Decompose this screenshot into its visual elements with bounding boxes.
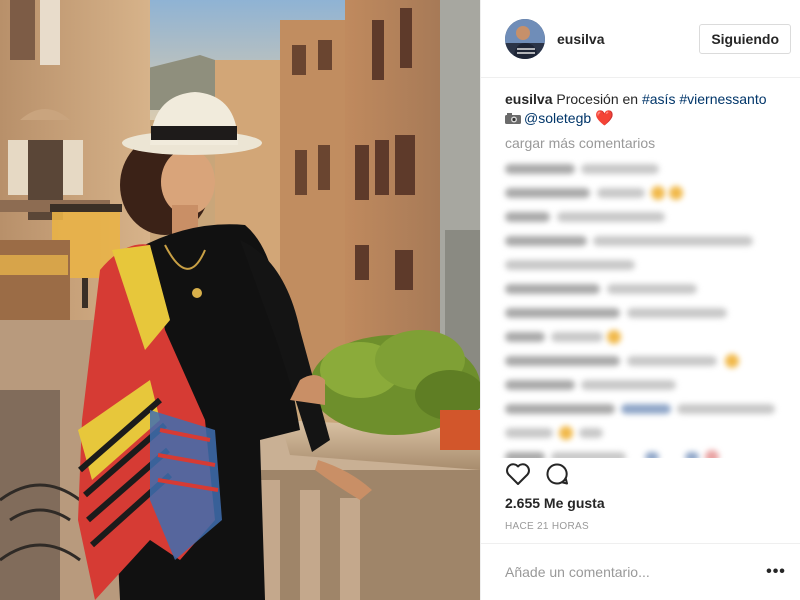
list-item — [505, 301, 776, 325]
list-item — [505, 445, 776, 458]
author-username[interactable]: eusilva — [557, 31, 699, 47]
avatar[interactable] — [505, 18, 545, 59]
post-side-panel: eusilva Siguiendo eusilva Procesión en #… — [480, 0, 800, 600]
list-item — [505, 205, 776, 229]
following-button[interactable]: Siguiendo — [699, 23, 791, 54]
list-item — [505, 229, 776, 253]
list-item — [505, 253, 776, 277]
mention-link[interactable]: @soletegb — [524, 110, 591, 126]
camera-icon — [505, 110, 521, 124]
list-item — [505, 349, 776, 373]
caption-text: Procesión en — [552, 91, 642, 107]
post-photo[interactable] — [0, 0, 480, 600]
like-button[interactable] — [505, 462, 531, 486]
list-item — [505, 181, 776, 205]
hashtag-link[interactable]: #viernessanto — [679, 91, 766, 107]
likes-count[interactable]: 2.655 Me gusta — [481, 490, 800, 516]
list-item — [505, 397, 776, 421]
comment-list — [505, 157, 776, 458]
post-caption: eusilva Procesión en #asís #viernessanto… — [505, 90, 776, 128]
post-timestamp[interactable]: HACE 21 HORAS — [481, 516, 800, 544]
post-header: eusilva Siguiendo — [481, 0, 800, 78]
avatar-image — [505, 18, 545, 59]
list-item — [505, 277, 776, 301]
post-container: eusilva Siguiendo eusilva Procesión en #… — [0, 0, 800, 600]
hashtag-link[interactable]: #asís — [642, 91, 675, 107]
comments-section: eusilva Procesión en #asís #viernessanto… — [481, 78, 800, 458]
add-comment-bar: ••• — [481, 544, 800, 600]
red-heart-icon: ❤️ — [595, 110, 614, 127]
comment-bubble-icon — [546, 463, 568, 485]
list-item — [505, 157, 776, 181]
list-item — [505, 421, 776, 445]
caption-username[interactable]: eusilva — [505, 91, 552, 107]
action-bar — [481, 458, 800, 490]
more-options-button[interactable]: ••• — [764, 564, 788, 580]
comment-button[interactable] — [545, 462, 569, 486]
list-item — [505, 325, 776, 349]
load-more-comments-link[interactable]: cargar más comentarios — [505, 135, 776, 151]
heart-outline-icon — [506, 463, 530, 485]
comment-input[interactable] — [505, 564, 764, 580]
photo-illustration — [0, 0, 480, 600]
list-item — [505, 373, 776, 397]
